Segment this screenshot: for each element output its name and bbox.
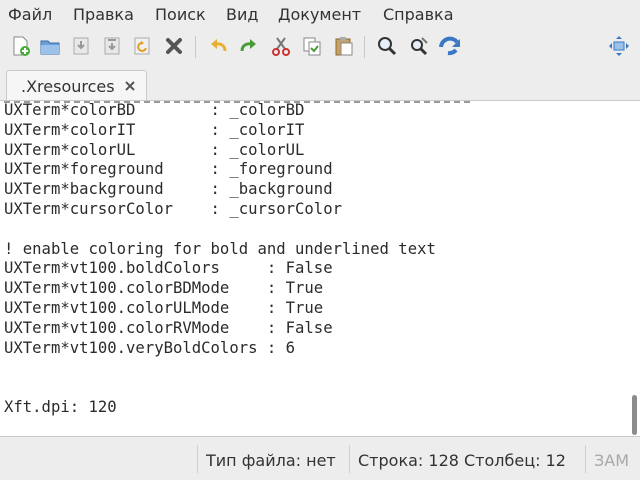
editor-line: UXTerm*foreground : _foreground — [4, 160, 333, 179]
tab-bar: .Xresources — [0, 64, 640, 101]
status-insert-mode: ЗАМ — [594, 451, 630, 470]
editor-line — [4, 220, 436, 240]
open-folder-icon[interactable] — [37, 33, 63, 59]
save-icon[interactable] — [68, 33, 94, 59]
find-replace-icon[interactable] — [406, 33, 432, 59]
status-cursor-position: Строка: 128 Столбец: 12 — [358, 451, 566, 470]
fullscreen-icon[interactable] — [606, 33, 632, 59]
tab-xresources[interactable]: .Xresources — [6, 70, 147, 101]
editor-lines: UXTerm*colorBD : _colorBD UXTerm*colorIT… — [4, 101, 436, 418]
menu-document[interactable]: Документ — [276, 5, 363, 24]
find-icon[interactable] — [374, 33, 400, 59]
editor-line: UXTerm*background : _background — [4, 180, 333, 199]
vertical-scrollbar[interactable] — [632, 395, 637, 435]
close-icon[interactable] — [124, 80, 136, 92]
revert-icon[interactable] — [129, 33, 155, 59]
new-file-icon[interactable] — [8, 33, 34, 59]
editor-line: UXTerm*vt100.colorRVMode : False — [4, 318, 333, 337]
editor-line: UXTerm*colorBD : _colorBD — [4, 101, 305, 119]
editor-line: UXTerm*cursorColor : _cursorColor — [4, 199, 342, 218]
menu-bar: Файл Правка Поиск Вид Документ Справка — [0, 0, 640, 30]
editor-line: UXTerm*colorUL : _colorUL — [4, 140, 305, 159]
jump-to-icon[interactable] — [437, 33, 463, 59]
editor-line — [4, 378, 436, 398]
editor-line: UXTerm*vt100.colorBDMode : True — [4, 279, 324, 298]
redo-icon[interactable] — [236, 33, 262, 59]
menu-edit[interactable]: Правка — [71, 5, 136, 24]
paste-icon[interactable] — [331, 33, 357, 59]
status-file-type: Тип файла: нет — [206, 451, 336, 470]
tab-label: .Xresources — [21, 77, 115, 96]
editor-line: UXTerm*vt100.boldColors : False — [4, 259, 333, 278]
toolbar — [0, 30, 640, 64]
editor-line: UXTerm*colorIT : _colorIT — [4, 120, 305, 139]
close-icon[interactable] — [161, 33, 187, 59]
copy-icon[interactable] — [299, 33, 325, 59]
cut-icon[interactable] — [268, 33, 294, 59]
editor-line: ! enable coloring for bold and underline… — [4, 239, 436, 258]
menu-file[interactable]: Файл — [6, 5, 54, 24]
editor-line: UXTerm*vt100.veryBoldColors : 6 — [4, 338, 296, 357]
editor-line — [4, 358, 436, 378]
editor-line: Xft.dpi: 120 — [4, 397, 117, 416]
save-all-icon[interactable] — [99, 33, 125, 59]
undo-icon[interactable] — [205, 33, 231, 59]
menu-view[interactable]: Вид — [224, 5, 260, 24]
menu-help[interactable]: Справка — [381, 5, 456, 24]
menu-search[interactable]: Поиск — [153, 5, 208, 24]
status-bar: Тип файла: нет Строка: 128 Столбец: 12 З… — [0, 437, 640, 480]
text-editor[interactable]: UXTerm*colorBD : _colorBD UXTerm*colorIT… — [0, 100, 640, 437]
editor-line: UXTerm*vt100.colorULMode : True — [4, 298, 324, 317]
